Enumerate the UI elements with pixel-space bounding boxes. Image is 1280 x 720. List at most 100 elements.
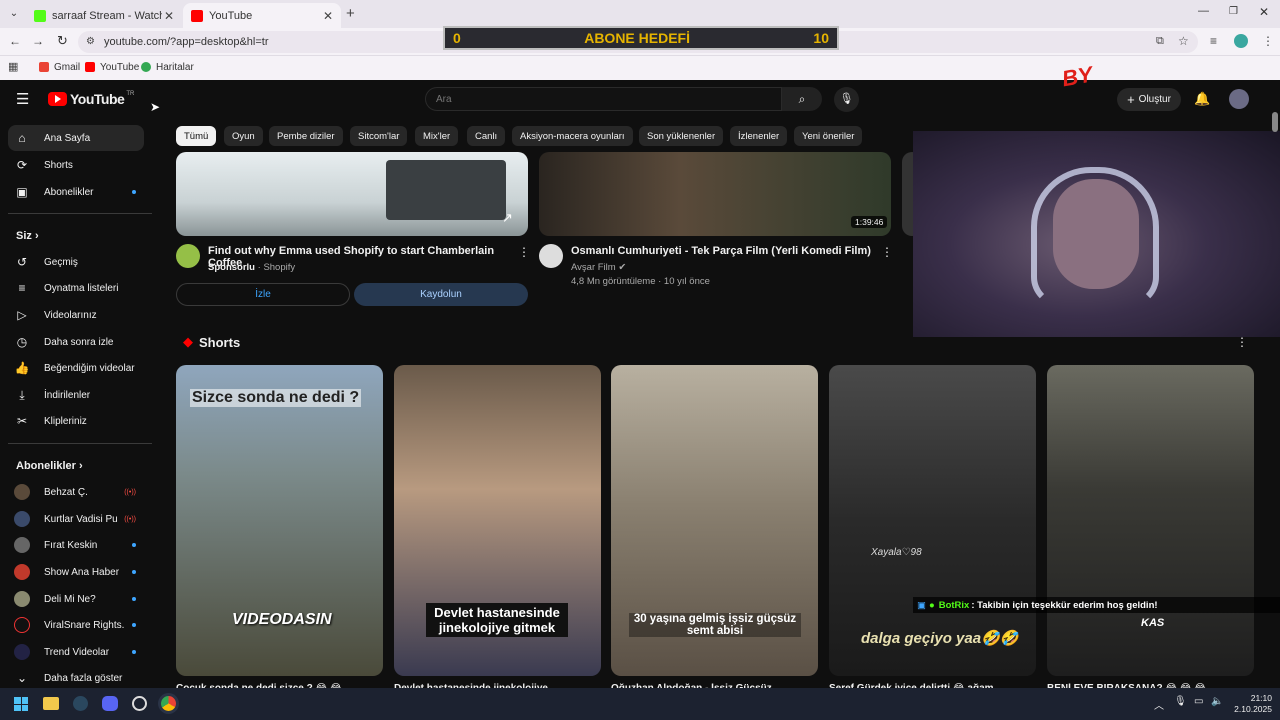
bookmark-maps[interactable]: Haritalar [141, 60, 194, 74]
back-icon[interactable]: ← [9, 34, 21, 48]
short-card[interactable]: Sizce sonda ne dedi ? VIDEODASIN [176, 365, 383, 676]
close-tab-icon[interactable]: ✕ [164, 9, 174, 23]
new-content-dot [132, 623, 136, 627]
profile-icon[interactable] [1234, 34, 1248, 48]
shorts-more-icon[interactable]: ⋮ [1236, 335, 1248, 349]
menu-icon[interactable]: ⋮ [1262, 34, 1274, 48]
sidebar-sub-item[interactable]: Trend Videolar [8, 639, 144, 665]
mouse-cursor: ➤ [150, 100, 161, 114]
install-icon[interactable]: ⧉ [1156, 35, 1164, 48]
chip-soap-operas[interactable]: Pembe diziler [269, 126, 343, 146]
media-icon[interactable]: ≡ [1210, 34, 1217, 48]
plus-icon: + [1127, 92, 1135, 107]
youtube-logo[interactable]: YouTube TR [48, 91, 134, 107]
volume-icon[interactable]: 🔈 [1211, 696, 1223, 707]
sidebar-item-subscriptions[interactable]: ▣ Abonelikler [8, 179, 144, 205]
chrome-icon[interactable] [161, 696, 176, 711]
sidebar-item-clips[interactable]: ✂ Klipleriniz [8, 408, 144, 434]
voice-search-button[interactable]: 🎙 [834, 87, 859, 112]
clock[interactable]: 21:10 2.10.2025 [1228, 693, 1272, 715]
video-title[interactable]: Osmanlı Cumhuriyeti - Tek Parça Film (Ye… [571, 245, 871, 257]
sidebar-sub-item[interactable]: Behzat Ç. ((•)) [8, 479, 144, 505]
sidebar-sub-item[interactable]: Deli Mi Ne? [8, 586, 144, 612]
tab-list-button[interactable]: ⌄ [6, 6, 22, 22]
channel-avatar [14, 564, 30, 580]
video-thumbnail[interactable]: 1:39:46 [539, 152, 891, 236]
sidebar-item-your-videos[interactable]: ▷ Videolarınız [8, 302, 144, 328]
ad-subscribe-button[interactable]: Kaydolun [354, 283, 528, 306]
close-tab-icon[interactable]: ✕ [323, 9, 333, 23]
site-info-icon[interactable]: ⚙ [86, 36, 95, 47]
new-content-dot [132, 570, 136, 574]
chip-live[interactable]: Canlı [467, 126, 506, 146]
verified-icon: ✔ [618, 262, 627, 273]
tab-youtube[interactable]: YouTube ✕ [183, 3, 341, 28]
restore-icon[interactable]: ❐ [1229, 6, 1238, 17]
chip-all[interactable]: Tümü [176, 126, 217, 146]
sidebar-item-history[interactable]: ↺ Geçmiş [8, 249, 144, 275]
sidebar-item-watch-later[interactable]: ◷ Daha sonra izle [8, 329, 144, 355]
apps-icon[interactable]: ▦ [8, 60, 18, 73]
close-window-icon[interactable]: ✕ [1259, 5, 1269, 19]
channel-avatar [14, 617, 30, 633]
short-card[interactable]: Xayala♡98 dalga geçiyo yaa🤣🤣 [829, 365, 1036, 676]
short-watermark: Xayala♡98 [871, 547, 922, 558]
short-overlay-text: 30 yaşına gelmiş işsiz güçsüz semt abisi [629, 613, 801, 637]
video-channel[interactable]: Avşar Film ✔ [571, 262, 626, 273]
video-icon: ▷ [17, 308, 27, 322]
tray-chevron-icon[interactable]: ︿ [1154, 697, 1164, 712]
obs-icon[interactable] [132, 696, 147, 711]
channel-avatar[interactable] [539, 244, 563, 268]
reload-icon[interactable]: ↻ [57, 33, 68, 49]
new-tab-button[interactable]: + [346, 5, 355, 22]
short-card[interactable]: 30 yaşına gelmiş işsiz güçsüz semt abisi [611, 365, 818, 676]
page-scrollbar[interactable] [1272, 112, 1278, 132]
create-button[interactable]: + Oluştur [1117, 88, 1181, 111]
search-button[interactable]: ⌕ [782, 87, 822, 111]
notifications-bell-icon[interactable]: 🔔 [1194, 91, 1210, 107]
video-more-icon[interactable]: ⋮ [881, 245, 893, 259]
clock-date: 2.10.2025 [1234, 704, 1272, 714]
windows-start-icon[interactable] [14, 697, 28, 711]
sidebar-item-home[interactable]: ⌂ Ana Sayfa [8, 125, 144, 151]
sidebar-item-liked-videos[interactable]: 👍 Beğendiğim videolar [8, 355, 144, 381]
steam-icon[interactable] [73, 696, 88, 711]
avatar[interactable] [1229, 89, 1249, 109]
minimize-icon[interactable]: — [1198, 5, 1209, 17]
microphone-tray-icon[interactable]: 🎙 [1174, 696, 1187, 707]
sidebar-subscriptions-header[interactable]: Abonelikler › [16, 460, 83, 472]
discord-icon[interactable] [102, 696, 118, 711]
network-icon[interactable]: ▭ [1194, 696, 1203, 707]
tab-kick-stream[interactable]: sarraaf Stream - Watch Live on ✕ [26, 3, 182, 28]
open-link-icon: ↗ [502, 210, 513, 225]
sidebar-sub-item[interactable]: Fırat Keskin [8, 532, 144, 558]
chip-action-adventure[interactable]: Aksiyon-macera oyunları [512, 126, 633, 146]
search-input[interactable] [425, 87, 782, 111]
sidebar-you-header[interactable]: Siz › [16, 230, 39, 242]
forward-icon[interactable]: → [32, 34, 44, 48]
short-card[interactable]: Devlet hastanesinde jinekolojiye gitmek [394, 365, 601, 676]
ad-watch-button[interactable]: İzle [176, 283, 350, 306]
sidebar-sub-item[interactable]: Kurtlar Vadisi Pu... ((•)) [8, 506, 144, 532]
bookmark-star-icon[interactable]: ☆ [1178, 34, 1189, 48]
chip-new-to-you[interactable]: Yeni öneriler [794, 126, 863, 146]
sidebar-item-shorts[interactable]: ⟳ Shorts [8, 152, 144, 178]
hamburger-menu-icon[interactable]: ☰ [16, 90, 29, 108]
new-content-dot [132, 190, 136, 194]
bookmark-youtube[interactable]: YouTube [85, 60, 139, 74]
sidebar-sub-item[interactable]: ViralSnare Rights... [8, 612, 144, 638]
sidebar-item-downloads[interactable]: ⤓ İndirilenler [8, 382, 144, 408]
chip-watched[interactable]: İzlenenler [730, 126, 788, 146]
ad-thumbnail[interactable]: ↗ [176, 152, 528, 236]
ad-more-icon[interactable]: ⋮ [518, 245, 530, 259]
bookmark-gmail[interactable]: Gmail [39, 60, 80, 74]
file-explorer-icon[interactable] [43, 697, 59, 710]
short-card[interactable]: KAS [1047, 365, 1254, 676]
chip-recently-uploaded[interactable]: Son yüklenenler [639, 126, 724, 146]
chip-mixes[interactable]: Mix'ler [415, 126, 459, 146]
chip-sitcoms[interactable]: Sitcom'lar [350, 126, 408, 146]
sidebar-sub-item[interactable]: Show Ana Haber [8, 559, 144, 585]
ad-sponsor-line: Sponsorlu · Shopify [208, 262, 296, 273]
sidebar-item-playlists[interactable]: ≡ Oynatma listeleri [8, 275, 144, 301]
chip-gaming[interactable]: Oyun [224, 126, 263, 146]
